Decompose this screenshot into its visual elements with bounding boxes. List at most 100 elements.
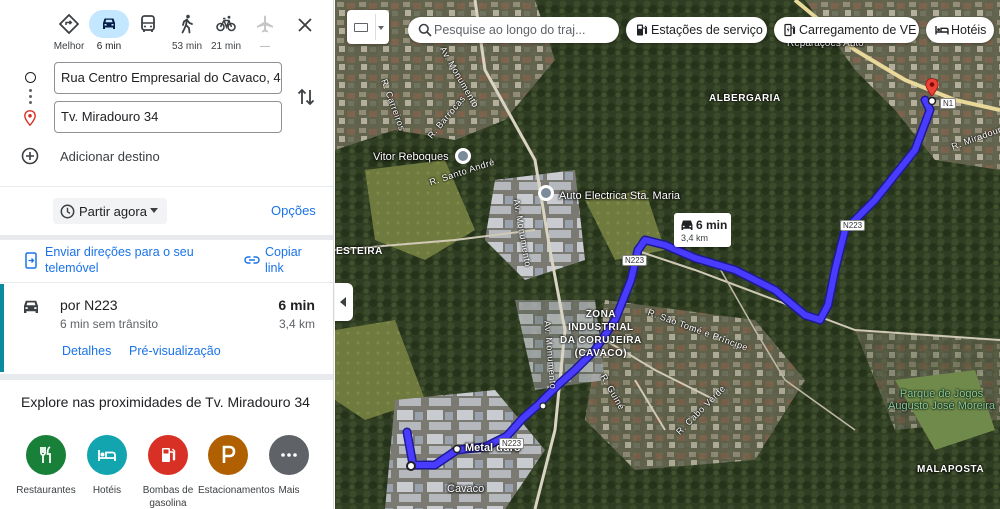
area-label-malaposta: MALAPOSTA — [917, 464, 985, 475]
close-directions-button[interactable] — [294, 14, 316, 36]
divider — [375, 14, 376, 40]
destination-marker-icon[interactable] — [925, 78, 939, 108]
mode-best-label: Melhor — [53, 41, 85, 52]
chip-label: Restaurantes — [16, 485, 76, 496]
chip-label: Hotéis — [92, 485, 122, 496]
mode-transit[interactable] — [128, 10, 168, 54]
gas-station-icon — [148, 435, 188, 475]
satellite-map[interactable] — [335, 0, 1000, 509]
start-location-input[interactable]: Rua Centro Empresarial do Cavaco, 4520 — [54, 62, 282, 94]
collapse-panel-button[interactable] — [335, 283, 353, 321]
explore-parking-button[interactable]: Estacionamentos — [198, 435, 275, 497]
ev-charging-icon — [784, 23, 796, 37]
chip-label: Estações de serviço — [651, 23, 763, 37]
explore-gas-stations-button[interactable]: Bombas de gasolina — [138, 435, 198, 509]
mode-best[interactable]: Melhor — [49, 10, 89, 54]
diamond-directions-icon — [49, 10, 89, 38]
divider — [0, 186, 333, 187]
poi-marker-icon[interactable] — [538, 185, 554, 201]
chip-label: Carregamento de VE — [799, 23, 917, 37]
road-shield-n1: N1 — [940, 98, 957, 109]
chevron-left-icon — [340, 297, 346, 307]
explore-nearby-title: Explore nas proximidades de Tv. Miradour… — [21, 394, 310, 410]
restaurant-icon — [26, 435, 66, 475]
plane-icon — [245, 10, 285, 38]
poi-label-vitor-reboques[interactable]: Vitor Reboques — [373, 151, 449, 163]
chip-label: Estacionamentos — [198, 485, 275, 496]
area-label-esteira: ESTEIRA — [336, 246, 383, 257]
chip-ev-charging[interactable]: Carregamento de VE — [774, 17, 919, 43]
parking-icon — [208, 435, 248, 475]
send-to-phone-label: Enviar direções para o seu telemóvel — [45, 245, 194, 275]
destination-pin-icon — [24, 110, 36, 126]
route-duration: 6 min — [278, 297, 315, 313]
route-preview-link[interactable]: Pré-visualização — [129, 344, 221, 358]
route-option-card[interactable]: por N223 6 min 6 min sem trânsito 3,4 km… — [0, 284, 333, 372]
chevron-down-icon — [378, 26, 384, 30]
mode-flight-label: — — [260, 41, 270, 52]
depart-time-dropdown[interactable]: Partir agora — [53, 198, 167, 224]
chip-label: Bombas de gasolina — [142, 485, 194, 509]
explore-restaurants-button[interactable]: Restaurantes — [16, 435, 76, 497]
origin-circle-icon — [25, 72, 36, 83]
route-distance: 3,4 km — [278, 317, 315, 331]
directions-panel: Melhor 6 min 53 min 21 min — Rua Centro … — [0, 0, 334, 509]
park-label[interactable]: Parque de Jogos Augusto José Moreira — [888, 388, 995, 412]
route-via: por N223 — [60, 297, 118, 313]
route-traffic-note: 6 min sem trânsito — [60, 317, 159, 331]
add-destination-button[interactable]: Adicionar destino — [21, 146, 221, 168]
travel-mode-bar: Melhor 6 min 53 min 21 min — — [0, 0, 333, 56]
gas-station-icon — [637, 24, 648, 36]
poi-label-cavaco[interactable]: Cavaco — [447, 483, 484, 495]
divider — [0, 282, 333, 283]
satellite-imagery — [335, 0, 1000, 509]
search-icon — [418, 23, 432, 37]
area-label-albergaria: ALBERGARIA — [709, 93, 781, 104]
selected-route-indicator — [0, 284, 4, 372]
swap-vertical-icon — [297, 88, 315, 106]
search-along-route-input[interactable] — [434, 20, 614, 40]
road-shield-n223: N223 — [499, 438, 525, 449]
mode-walk[interactable]: 53 min — [167, 10, 207, 54]
poi-label-auto-electrica[interactable]: Auto Electrica Sta. Maria — [559, 190, 680, 202]
walk-icon — [167, 10, 207, 38]
copy-link-label: Copiar link — [265, 245, 302, 275]
mode-flight[interactable]: — — [245, 10, 285, 54]
mode-car[interactable]: 6 min — [89, 10, 129, 54]
callout-distance: 3,4 km — [681, 233, 709, 243]
add-circle-icon — [21, 147, 39, 165]
explore-more-button[interactable]: Mais — [259, 435, 319, 497]
link-icon — [244, 256, 260, 264]
bike-icon — [206, 10, 246, 38]
clock-icon — [60, 204, 75, 219]
search-along-route — [408, 17, 619, 43]
maps-directions-screen: Melhor 6 min 53 min 21 min — Rua Centro … — [0, 0, 1000, 509]
section-divider — [0, 374, 333, 380]
mode-bike[interactable]: 21 min — [206, 10, 246, 54]
destination-input[interactable]: Tv. Miradouro 34 — [54, 101, 282, 133]
mode-car-label: 6 min — [96, 41, 122, 52]
route-time-callout[interactable]: 6 min 3,4 km — [674, 213, 731, 247]
swap-endpoints-button[interactable] — [296, 86, 316, 108]
chip-hotels[interactable]: Hotéis — [926, 17, 994, 43]
poi-marker-icon[interactable] — [455, 148, 471, 164]
explore-hotels-button[interactable]: Hotéis — [77, 435, 137, 497]
chip-label: Hotéis — [951, 23, 987, 37]
add-destination-label: Adicionar destino — [60, 149, 160, 164]
depart-time-label: Partir agora — [79, 204, 147, 219]
send-to-phone-link[interactable]: Enviar direções para o seu telemóvel — [24, 244, 224, 278]
road-shield-n223: N223 — [622, 255, 648, 266]
hotel-icon — [87, 435, 127, 475]
route-details-link[interactable]: Detalhes — [62, 344, 111, 358]
section-divider — [0, 235, 333, 240]
bus-icon — [128, 10, 168, 38]
area-label-zona-industrial: ZONA INDUSTRIAL DA CORUJEIRA (CAVACO) — [560, 309, 642, 359]
chip-service-stations[interactable]: Estações de serviço — [626, 17, 767, 43]
chevron-down-icon — [150, 208, 158, 213]
copy-link-button[interactable]: Copiar link — [244, 244, 324, 278]
car-icon — [24, 300, 38, 313]
route-options-link[interactable]: Opções — [271, 203, 316, 218]
close-icon — [298, 18, 312, 32]
road-shield-n223: N223 — [840, 220, 866, 231]
input-tools-button[interactable] — [347, 10, 389, 44]
